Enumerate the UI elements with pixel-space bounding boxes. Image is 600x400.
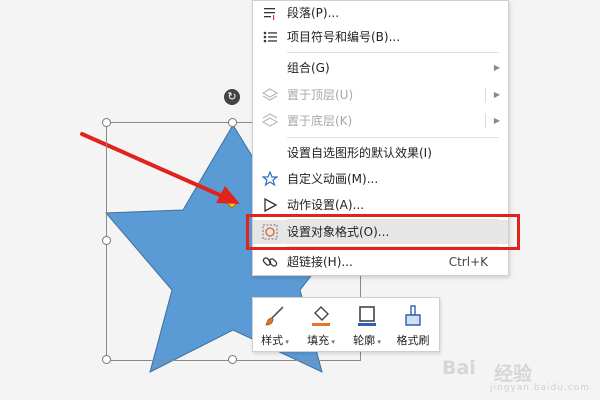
menu-item-label: 设置自选图形的默认效果(I) xyxy=(287,146,432,160)
custom-animation-icon xyxy=(262,171,278,187)
menu-item-bring-to-front[interactable]: 置于顶层(U) ▶ xyxy=(253,83,508,107)
menu-item-hyperlink[interactable]: 超链接(H)... Ctrl+K xyxy=(253,250,508,274)
format-painter-icon xyxy=(405,305,421,326)
dropdown-caret-icon: ▾ xyxy=(329,338,335,346)
format-painter-button[interactable]: 格式刷 xyxy=(391,302,435,348)
menu-item-label: 置于底层(K) xyxy=(287,114,353,128)
menu-item-default-effect[interactable]: 设置自选图形的默认效果(I) xyxy=(253,141,508,165)
style-button[interactable]: 样式 ▾ xyxy=(253,302,297,348)
rotate-handle-icon[interactable]: ↻ xyxy=(224,89,240,105)
resize-handle[interactable] xyxy=(228,118,237,127)
submenu-arrow-icon: ▶ xyxy=(493,63,500,72)
submenu-arrow-icon: ▶ xyxy=(493,90,500,99)
menu-separator xyxy=(287,52,499,53)
menu-item-bullets[interactable]: 项目符号和编号(B)... xyxy=(253,25,508,49)
outline-button[interactable]: 轮廓 ▾ xyxy=(345,302,389,348)
fill-bucket-icon xyxy=(312,306,330,326)
resize-handle[interactable] xyxy=(102,118,111,127)
fill-label: 填充 xyxy=(307,334,330,347)
watermark-logo: Bai xyxy=(442,357,476,379)
menu-item-label: 项目符号和编号(B)... xyxy=(287,30,401,44)
action-settings-icon xyxy=(264,197,278,213)
send-to-back-icon xyxy=(262,113,278,127)
menu-item-paragraph[interactable]: 段落(P)... xyxy=(253,1,508,25)
menu-item-label: 自定义动画(M)... xyxy=(287,172,379,186)
menu-item-label: 超链接(H)... xyxy=(287,255,353,269)
watermark: Bai 经验 jingyan.baidu.com xyxy=(442,355,592,395)
slide-canvas: ↻ 段落(P)... 项目符号和编号(B)... 组合(G) ▶ 置于顶层(U)… xyxy=(0,0,600,400)
resize-handle[interactable] xyxy=(228,355,237,364)
bullet-list-icon xyxy=(263,31,277,43)
hyperlink-icon xyxy=(262,257,278,267)
watermark-url: jingyan.baidu.com xyxy=(490,383,591,393)
style-brush-icon xyxy=(265,306,284,326)
shortcut-label: Ctrl+K xyxy=(448,255,488,269)
fill-button[interactable]: 填充 ▾ xyxy=(299,302,343,348)
bring-to-front-icon xyxy=(262,88,278,101)
resize-handle[interactable] xyxy=(102,355,111,364)
dropdown-caret-icon: ▾ xyxy=(375,338,381,346)
resize-handle[interactable] xyxy=(102,236,111,245)
menu-item-custom-animation[interactable]: 自定义动画(M)... xyxy=(253,167,508,191)
menu-item-group[interactable]: 组合(G) ▶ xyxy=(253,56,508,80)
style-label: 样式 xyxy=(261,334,284,347)
submenu-divider xyxy=(485,114,486,128)
menu-item-label: 置于顶层(U) xyxy=(287,88,354,102)
format-painter-label: 格式刷 xyxy=(396,334,430,347)
dropdown-caret-icon: ▾ xyxy=(283,338,289,346)
mini-toolbar: 样式 ▾ 填充 ▾ 轮廓 ▾ 格式刷 xyxy=(252,297,440,352)
outline-label: 轮廓 xyxy=(353,334,376,347)
menu-item-label: 组合(G) xyxy=(287,61,330,75)
submenu-divider xyxy=(485,88,486,102)
menu-separator xyxy=(287,137,499,138)
annotation-highlight-box xyxy=(246,214,520,250)
menu-item-send-to-back[interactable]: 置于底层(K) ▶ xyxy=(253,109,508,133)
outline-icon xyxy=(358,306,376,326)
menu-item-label: 动作设置(A)... xyxy=(287,198,365,212)
watermark-text: 经验 xyxy=(494,363,533,385)
menu-item-label: 段落(P)... xyxy=(287,6,340,20)
submenu-arrow-icon: ▶ xyxy=(493,116,500,125)
paragraph-icon xyxy=(264,8,275,20)
